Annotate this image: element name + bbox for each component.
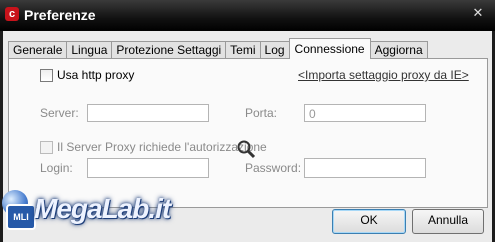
cancel-button[interactable]: Annulla (412, 209, 484, 234)
port-input[interactable]: 0 (304, 104, 426, 122)
server-label: Server: (40, 106, 79, 120)
auth-checkbox[interactable] (40, 140, 53, 154)
tab-aggiorna[interactable]: Aggiorna (369, 41, 428, 59)
import-ie-proxy-link[interactable]: <Importa settaggio proxy da IE> (298, 68, 469, 82)
app-logo-icon: c (5, 7, 19, 21)
title-bar: c Preferenze ✕ (0, 0, 495, 31)
port-label: Porta: (245, 106, 278, 120)
tab-connessione[interactable]: Connessione (288, 38, 371, 59)
tab-strip: Generale Lingua Protezione Settaggi Temi… (8, 38, 428, 59)
close-icon[interactable]: ✕ (471, 7, 485, 21)
auth-row[interactable]: Il Server Proxy richiede l'autorizzazion… (40, 140, 267, 154)
tab-lingua[interactable]: Lingua (66, 41, 113, 59)
login-input[interactable] (87, 158, 209, 178)
tab-protezione-settaggi[interactable]: Protezione Settaggi (111, 41, 227, 59)
tab-generale[interactable]: Generale (8, 41, 68, 59)
login-label: Login: (40, 161, 73, 175)
tab-log[interactable]: Log (259, 41, 290, 59)
connection-panel: Usa http proxy <Importa settaggio proxy … (8, 58, 488, 208)
ok-button[interactable]: OK (332, 209, 406, 234)
password-input[interactable] (304, 158, 426, 178)
use-proxy-row[interactable]: Usa http proxy (40, 68, 134, 82)
window-title: Preferenze (24, 7, 96, 23)
server-input[interactable] (87, 104, 209, 122)
tab-temi[interactable]: Temi (225, 41, 261, 59)
use-proxy-label: Usa http proxy (57, 68, 135, 82)
dialog-body: Generale Lingua Protezione Settaggi Temi… (3, 31, 492, 242)
magnifier-cursor-icon (237, 140, 256, 159)
password-label: Password: (245, 161, 302, 175)
use-proxy-checkbox[interactable] (40, 68, 53, 82)
